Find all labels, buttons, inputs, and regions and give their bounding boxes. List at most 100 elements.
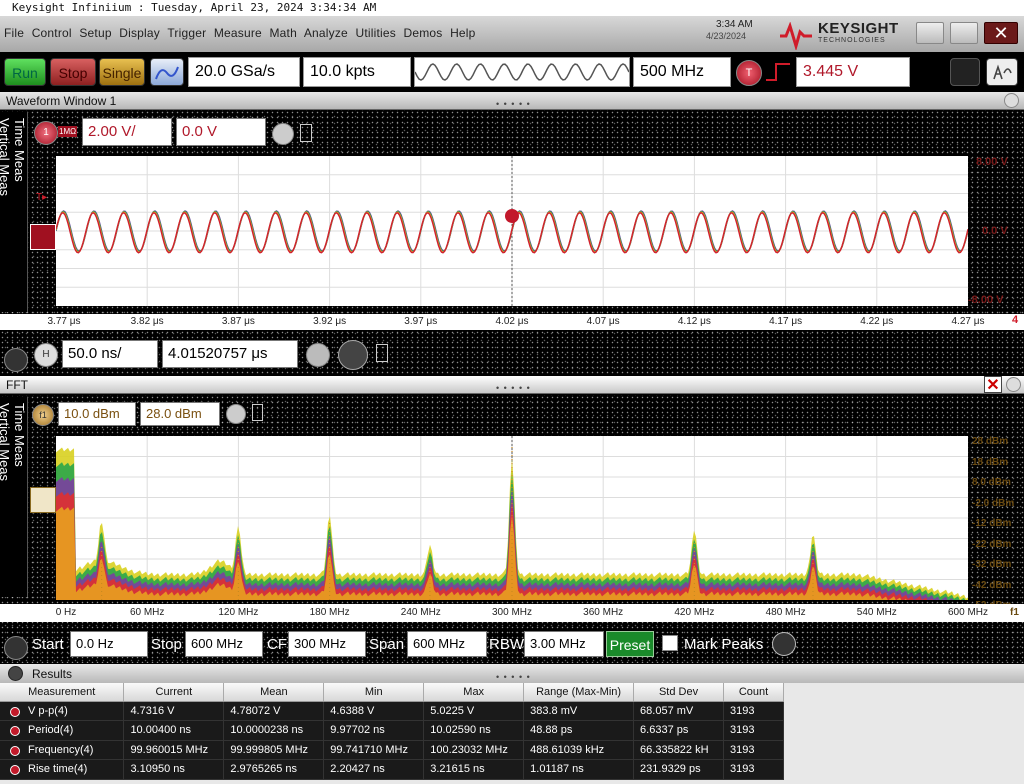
menu-analyze[interactable]: Analyze xyxy=(304,26,348,40)
channel-offset-field[interactable]: 0.0 V xyxy=(176,118,266,146)
fft-y-tick-label: -12 dBm xyxy=(972,518,1012,529)
center-frequency-field[interactable]: 300 MHz xyxy=(288,631,366,657)
trigger-badge[interactable]: T xyxy=(736,60,762,86)
cell: 2.9765265 ns xyxy=(223,759,325,780)
memory-depth-field[interactable]: 10.0 kpts xyxy=(303,57,411,87)
impedance-label: 1MΩ xyxy=(58,126,78,137)
fft-function-badge[interactable]: f1 xyxy=(32,404,54,426)
channel-scale-field[interactable]: 2.00 V/ xyxy=(82,118,172,146)
x-tick-label: 4.27 μs xyxy=(951,316,985,327)
single-button[interactable]: Single xyxy=(99,58,145,86)
measurement-name: Frequency(4) xyxy=(0,740,125,760)
timebase-delay-field[interactable]: 4.01520757 μs xyxy=(162,340,298,368)
stop-frequency-field[interactable]: 600 MHz xyxy=(185,631,263,657)
channel-add-button[interactable] xyxy=(272,123,294,145)
menu-file[interactable]: File xyxy=(4,26,24,40)
minimize-button[interactable] xyxy=(916,22,944,44)
sine-preview-icon xyxy=(414,63,630,81)
timebase-properties-button[interactable] xyxy=(376,344,388,362)
table-row[interactable]: V p-p(4) 4.7316 V 4.78072 V 4.6388 V 5.0… xyxy=(0,701,785,721)
cell: 66.335822 kH xyxy=(633,740,724,760)
span-label: Span xyxy=(369,636,405,653)
cell: 383.8 mV xyxy=(523,701,635,721)
start-label: Start xyxy=(32,636,64,653)
fft-function-marker[interactable] xyxy=(30,487,56,513)
measurement-name: Rise time(4) xyxy=(0,759,125,780)
fft-add-button[interactable] xyxy=(226,404,246,424)
collapse-waveform-button[interactable] xyxy=(1004,93,1019,108)
cell: 4.6388 V xyxy=(323,701,425,721)
col-std-dev[interactable]: Std Dev xyxy=(633,683,724,702)
cell: 4.78072 V xyxy=(223,701,325,721)
menu-demos[interactable]: Demos xyxy=(404,26,443,40)
run-button[interactable]: Run xyxy=(4,58,46,86)
col-min[interactable]: Min xyxy=(323,683,425,702)
table-row[interactable]: Frequency(4) 99.960015 MHz 99.999805 MHz… xyxy=(0,740,785,760)
table-row[interactable]: Period(4) 10.00400 ns 10.0000238 ns 9.97… xyxy=(0,720,785,741)
table-row[interactable]: Rise time(4) 3.10950 ns 2.9765265 ns 2.2… xyxy=(0,759,785,780)
cell: 68.057 mV xyxy=(633,701,724,721)
measurement-name: Period(4) xyxy=(0,720,125,741)
col-mean[interactable]: Mean xyxy=(223,683,325,702)
menu-measure[interactable]: Measure xyxy=(214,26,262,40)
menu-control[interactable]: Control xyxy=(32,26,72,40)
trigger-level-field[interactable]: 3.445 V xyxy=(796,57,910,87)
cell: 3.10950 ns xyxy=(123,759,225,780)
col-measurement[interactable]: Measurement xyxy=(0,683,125,702)
timebase-scale-field[interactable]: 50.0 ns/ xyxy=(62,340,158,368)
fft-scale-field[interactable]: 10.0 dBm xyxy=(58,402,136,426)
x-tick-label: 3.92 μs xyxy=(313,316,347,327)
col-range[interactable]: Range (Max-Min) xyxy=(523,683,635,702)
col-current[interactable]: Current xyxy=(123,683,225,702)
fft-tab-time-meas[interactable]: Time Meas xyxy=(12,403,27,581)
fft-x-tick-label: 600 MHz xyxy=(947,607,988,618)
waveform-expand-button[interactable] xyxy=(4,348,28,372)
menu-help[interactable]: Help xyxy=(450,26,475,40)
menu-math[interactable]: Math xyxy=(269,26,296,40)
results-settings-icon[interactable] xyxy=(8,666,23,681)
menu-display[interactable]: Display xyxy=(119,26,160,40)
span-field[interactable]: 600 MHz xyxy=(407,631,487,657)
fft-plot[interactable] xyxy=(56,436,968,612)
menu-setup[interactable]: Setup xyxy=(79,26,111,40)
horizontal-position-knob[interactable] xyxy=(338,340,368,370)
acquisition-waveform-preview[interactable] xyxy=(414,57,630,87)
preset-button[interactable]: Preset xyxy=(606,631,654,657)
start-frequency-field[interactable]: 0.0 Hz xyxy=(70,631,148,657)
timebase-badge[interactable]: H xyxy=(34,343,58,367)
bandwidth-field[interactable]: 500 MHz xyxy=(633,57,731,87)
help-button[interactable] xyxy=(986,58,1018,86)
fft-offset-field[interactable]: 28.0 dBm xyxy=(140,402,220,426)
maximize-button[interactable] xyxy=(950,22,978,44)
fft-expand-button[interactable] xyxy=(4,636,28,660)
menu-trigger[interactable]: Trigger xyxy=(167,26,206,40)
menu-utilities[interactable]: Utilities xyxy=(355,26,395,40)
autoscale-button[interactable] xyxy=(150,58,184,86)
close-app-button[interactable]: ✕ xyxy=(984,22,1018,44)
x-tick-label: 3.87 μs xyxy=(221,316,255,327)
col-max[interactable]: Max xyxy=(423,683,525,702)
fft-tab-vertical-meas[interactable]: Vertical Meas xyxy=(0,403,12,481)
collapse-fft-button[interactable] xyxy=(1006,377,1021,392)
zoom-button[interactable] xyxy=(306,343,330,367)
fft-properties-button[interactable] xyxy=(252,404,263,421)
cell: 1.01187 ns xyxy=(523,759,635,780)
mark-peaks-checkbox[interactable] xyxy=(662,635,678,651)
stop-button[interactable]: Stop xyxy=(50,58,96,86)
cell: 2.20427 ns xyxy=(323,759,425,780)
fft-y-tick-label: -22 dBm xyxy=(972,538,1012,550)
close-fft-button[interactable]: ✕ xyxy=(984,376,1002,394)
channel-properties-button[interactable] xyxy=(300,124,312,142)
rbw-field[interactable]: 3.00 MHz xyxy=(524,631,604,657)
col-count[interactable]: Count xyxy=(723,683,785,702)
tab-vertical-meas[interactable]: Vertical Meas xyxy=(0,118,12,196)
tab-time-meas[interactable]: Time Meas xyxy=(12,118,27,296)
channel-1-marker[interactable] xyxy=(30,224,56,250)
cell: 99.999805 MHz xyxy=(223,740,325,760)
channel-badge[interactable]: 1 xyxy=(34,121,58,145)
sample-rate-field[interactable]: 20.0 GSa/s xyxy=(188,57,300,87)
toolbar-extra-button[interactable] xyxy=(950,58,980,86)
logo-subtitle: TECHNOLOGIES xyxy=(818,37,886,44)
waveform-plot[interactable] xyxy=(55,156,969,306)
fft-settings-knob[interactable] xyxy=(772,632,796,656)
